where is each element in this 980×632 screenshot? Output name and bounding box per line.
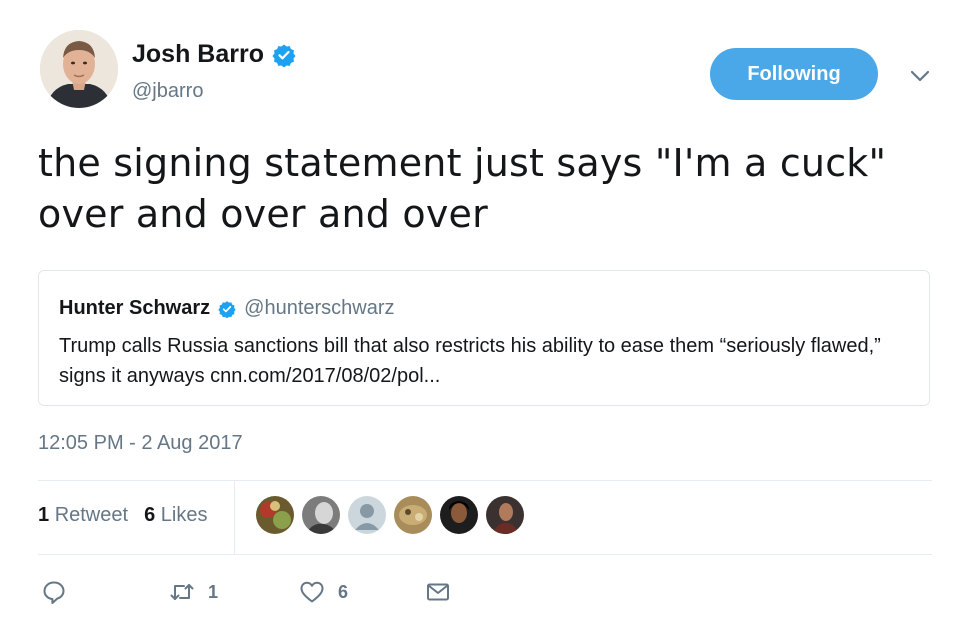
like-action-count: 6 — [338, 581, 349, 602]
following-button[interactable]: Following — [710, 48, 878, 100]
divider — [38, 480, 932, 481]
divider — [234, 481, 235, 554]
direct-message-button[interactable] — [424, 578, 452, 606]
liker-avatar[interactable] — [256, 496, 294, 534]
verified-badge-icon — [218, 300, 236, 318]
tweet-text: the signing statement just says "I'm a c… — [38, 141, 887, 236]
profile-photo — [40, 30, 118, 108]
liker-avatar[interactable] — [440, 496, 478, 534]
liker-avatar[interactable] — [302, 496, 340, 534]
likes-label: Likes — [160, 504, 208, 526]
divider — [38, 554, 932, 555]
retweets-label: Retweet — [54, 504, 129, 526]
tweet-timestamp[interactable]: 12:05 PM - 2 Aug 2017 — [38, 432, 243, 455]
like-button[interactable]: 6 — [298, 578, 348, 606]
author-name-row[interactable]: Josh Barro — [132, 40, 296, 69]
engagement-stats: 1 Retweet 6 Likes — [38, 504, 207, 527]
author-handle[interactable]: @jbarro — [132, 80, 203, 103]
liker-avatars — [256, 496, 524, 534]
liker-avatar[interactable] — [394, 496, 432, 534]
quoted-tweet[interactable]: Hunter Schwarz @hunterschwarz Trump call… — [38, 270, 930, 406]
retweet-button[interactable]: 1 — [168, 578, 218, 606]
likes-count: 6 — [144, 504, 156, 526]
author-avatar[interactable] — [40, 30, 118, 108]
liker-avatar[interactable] — [486, 496, 524, 534]
tweet-actions: 1 6 — [40, 578, 540, 610]
envelope-icon — [427, 583, 449, 601]
quoted-author-handle: @hunterschwarz — [244, 297, 395, 319]
retweet-icon — [170, 584, 194, 600]
retweets-stat[interactable]: 1 Retweet — [38, 504, 128, 527]
heart-icon — [300, 581, 324, 603]
verified-badge-icon — [272, 44, 296, 67]
reply-icon — [43, 581, 65, 604]
reply-button[interactable] — [40, 578, 68, 606]
chevron-down-icon[interactable] — [906, 62, 934, 90]
quoted-tweet-header: Hunter Schwarz @hunterschwarz — [59, 297, 395, 320]
likes-stat[interactable]: 6 Likes — [144, 504, 207, 527]
quoted-tweet-text: Trump calls Russia sanctions bill that a… — [59, 335, 881, 387]
retweet-action-count: 1 — [208, 581, 219, 602]
retweets-count: 1 — [38, 504, 50, 526]
quoted-author-name: Hunter Schwarz — [59, 297, 211, 319]
author-name[interactable]: Josh Barro — [132, 40, 264, 69]
liker-avatar[interactable] — [348, 496, 386, 534]
